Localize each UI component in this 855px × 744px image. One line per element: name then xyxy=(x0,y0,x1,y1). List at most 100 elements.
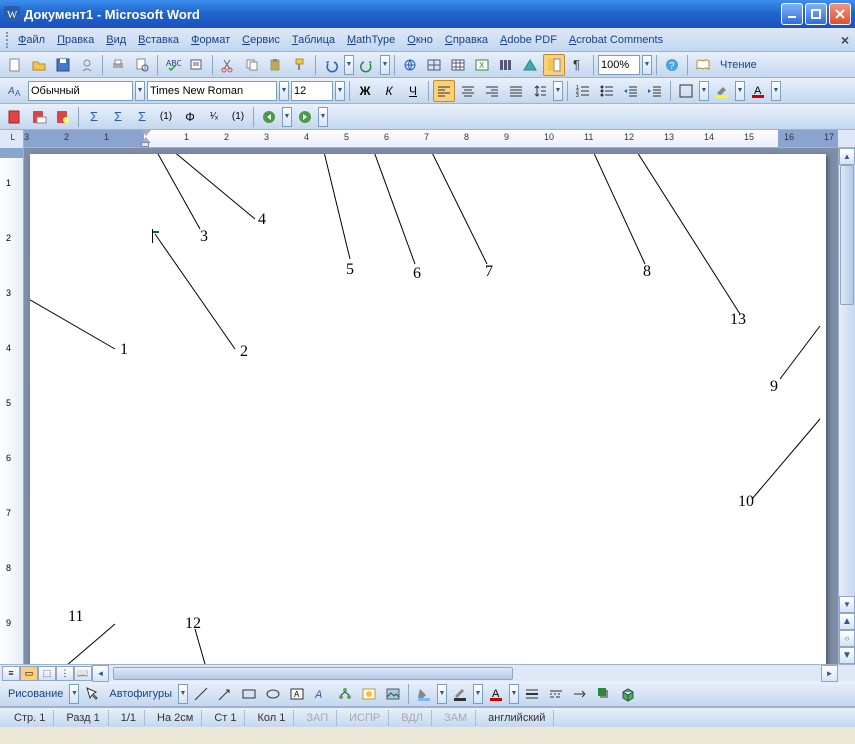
prev-page-button[interactable]: ▲ xyxy=(839,613,855,630)
ruler-tab-selector[interactable]: └ xyxy=(0,130,24,148)
show-formatting-button[interactable]: ¶ xyxy=(567,54,589,76)
rectangle-button[interactable] xyxy=(238,683,260,705)
outline-view-button[interactable]: ⋮ xyxy=(56,666,74,681)
size-dropdown[interactable]: ▼ xyxy=(335,81,345,101)
redo-button[interactable] xyxy=(356,54,378,76)
autoshapes-dropd own[interactable]: ▼ xyxy=(178,684,188,704)
document-viewport[interactable]: 1 2 3 4 5 6 7 8 9 10 11 12 13 xyxy=(24,148,838,664)
bullets-button[interactable] xyxy=(596,80,618,102)
line-spacing-dropdown[interactable]: ▼ xyxy=(553,81,563,101)
arrow-style-button[interactable] xyxy=(569,683,591,705)
line-button[interactable] xyxy=(190,683,212,705)
web-layout-view-button[interactable]: ⬚ xyxy=(38,666,56,681)
status-lang[interactable]: английский xyxy=(480,710,554,726)
insert-picture-button[interactable] xyxy=(382,683,404,705)
scroll-down-button[interactable]: ▼ xyxy=(839,596,855,613)
menu-формат[interactable]: Формат xyxy=(185,32,236,48)
save-button[interactable] xyxy=(52,54,74,76)
minimize-button[interactable] xyxy=(781,3,803,25)
font-color-drawing-button[interactable]: A xyxy=(485,683,507,705)
permissions-button[interactable] xyxy=(76,54,98,76)
web-forward-dropdown[interactable]: ▼ xyxy=(318,107,328,127)
align-left-button[interactable] xyxy=(433,80,455,102)
pdf-email-button[interactable] xyxy=(28,106,50,128)
spellcheck-button[interactable]: ABC xyxy=(162,54,184,76)
line-color-button[interactable] xyxy=(449,683,471,705)
fill-color-button[interactable] xyxy=(413,683,435,705)
undo-dropdown[interactable]: ▼ xyxy=(344,55,354,75)
line-color-dropdown[interactable]: ▼ xyxy=(473,684,483,704)
zoom-dropdown[interactable]: ▼ xyxy=(642,55,652,75)
highlight-dropdown[interactable]: ▼ xyxy=(735,81,745,101)
document-map-button[interactable] xyxy=(543,54,565,76)
scroll-up-button[interactable]: ▲ xyxy=(839,148,855,165)
new-button[interactable] xyxy=(4,54,26,76)
hscroll-right-button[interactable]: ► xyxy=(821,665,838,682)
borders-button[interactable] xyxy=(675,80,697,102)
zoom-combo[interactable] xyxy=(598,55,640,75)
increase-indent-button[interactable] xyxy=(644,80,666,102)
menu-справка[interactable]: Справка xyxy=(439,32,494,48)
select-objects-button[interactable] xyxy=(81,683,103,705)
document-close-button[interactable]: × xyxy=(841,32,849,48)
read-mode-icon[interactable] xyxy=(692,54,714,76)
font-color-dropdown[interactable]: ▼ xyxy=(771,81,781,101)
3d-button[interactable] xyxy=(617,683,639,705)
styles-pane-button[interactable]: AA xyxy=(4,80,26,102)
textbox-button[interactable]: A xyxy=(286,683,308,705)
hscroll-thumb[interactable] xyxy=(113,667,513,680)
autoshapes-menu[interactable]: Автофигуры xyxy=(105,688,176,700)
equation-sigma2-button[interactable]: Σ xyxy=(107,106,129,128)
print-preview-button[interactable] xyxy=(131,54,153,76)
scroll-thumb[interactable] xyxy=(840,165,854,305)
equation-ref1-button[interactable]: ¹⁄ₓ xyxy=(203,106,225,128)
undo-button[interactable] xyxy=(320,54,342,76)
read-mode-label[interactable]: Чтение xyxy=(716,59,761,71)
menu-вставка[interactable]: Вставка xyxy=(132,32,185,48)
menu-таблица[interactable]: Таблица xyxy=(286,32,341,48)
wordart-button[interactable]: A xyxy=(310,683,332,705)
menu-mathtype[interactable]: MathType xyxy=(341,32,401,48)
decrease-indent-button[interactable] xyxy=(620,80,642,102)
status-trk[interactable]: ИСПР xyxy=(341,710,389,726)
size-combo[interactable] xyxy=(291,81,333,101)
hscroll-left-button[interactable]: ◄ xyxy=(92,665,109,682)
style-combo[interactable] xyxy=(28,81,133,101)
cut-button[interactable] xyxy=(217,54,239,76)
dash-style-button[interactable] xyxy=(545,683,567,705)
style-dropdown[interactable]: ▼ xyxy=(135,81,145,101)
menu-файл[interactable]: Файл xyxy=(12,32,51,48)
paste-button[interactable] xyxy=(265,54,287,76)
justify-button[interactable] xyxy=(505,80,527,102)
tables-borders-button[interactable] xyxy=(423,54,445,76)
reading-layout-view-button[interactable]: 📖 xyxy=(74,666,92,681)
excel-button[interactable]: X xyxy=(471,54,493,76)
browse-object-button[interactable]: ○ xyxy=(839,630,855,647)
web-back-button[interactable] xyxy=(258,106,280,128)
status-ext[interactable]: ВДЛ xyxy=(393,710,432,726)
arrow-button[interactable] xyxy=(214,683,236,705)
borders-dropdown[interactable]: ▼ xyxy=(699,81,709,101)
print-layout-view-button[interactable]: ▭ xyxy=(20,666,38,681)
menu-acrobat-comments[interactable]: Acrobat Comments xyxy=(563,32,669,48)
oval-button[interactable] xyxy=(262,683,284,705)
underline-button[interactable]: Ч xyxy=(402,80,424,102)
menu-adobe-pdf[interactable]: Adobe PDF xyxy=(494,32,563,48)
drawing-menu[interactable]: Рисование xyxy=(4,688,67,700)
normal-view-button[interactable]: ≡ xyxy=(2,666,20,681)
clipart-button[interactable] xyxy=(358,683,380,705)
drawing-menu-dropdown[interactable]: ▼ xyxy=(69,684,79,704)
bold-button[interactable]: Ж xyxy=(354,80,376,102)
menu-окно[interactable]: Окно xyxy=(401,32,439,48)
italic-button[interactable]: К xyxy=(378,80,400,102)
web-back-dropdown[interactable]: ▼ xyxy=(282,107,292,127)
status-rec[interactable]: ЗАП xyxy=(298,710,337,726)
highlight-button[interactable] xyxy=(711,80,733,102)
align-right-button[interactable] xyxy=(481,80,503,102)
line-spacing-button[interactable] xyxy=(529,80,551,102)
font-combo[interactable] xyxy=(147,81,277,101)
equation-ref2-button[interactable]: (1) xyxy=(227,106,249,128)
print-button[interactable] xyxy=(107,54,129,76)
vertical-ruler[interactable]: 123456789 xyxy=(0,148,24,664)
equation-sigma3-button[interactable]: Σ xyxy=(131,106,153,128)
